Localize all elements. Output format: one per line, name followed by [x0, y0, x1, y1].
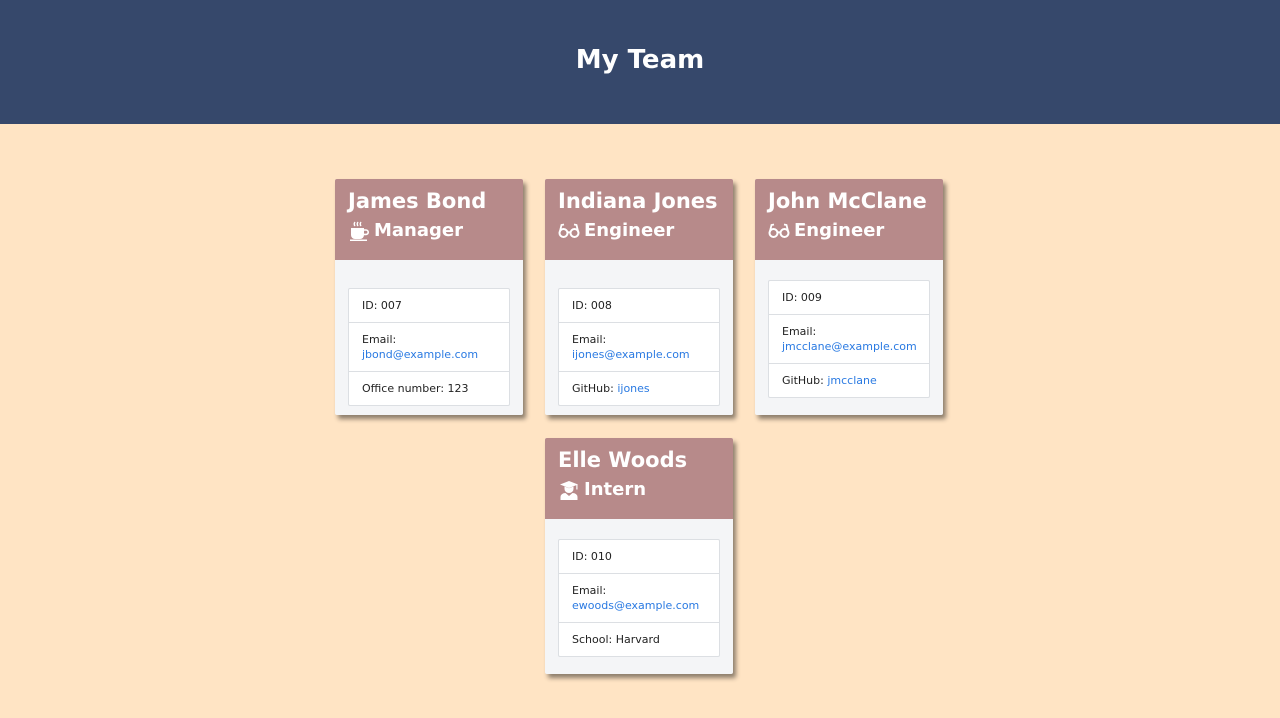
- glasses-icon: [768, 220, 790, 242]
- employee-card-elle-woods: Elle Woods Intern ID: 010 Email: ewoods@…: [545, 438, 733, 674]
- page-title: My Team: [575, 45, 705, 75]
- office-number-value: 123: [447, 382, 469, 395]
- employee-card-john-mcclane: John McClane Engineer ID: 009 Email: jmc…: [755, 179, 943, 415]
- employee-role-label: Manager: [374, 220, 463, 241]
- employee-role: Engineer: [768, 216, 943, 246]
- office-number-label: Office number:: [362, 382, 448, 395]
- employee-name: Indiana Jones: [558, 189, 718, 213]
- info-list: ID: 008 Email: ijones@example.com GitHub…: [558, 288, 720, 406]
- school-item: School: Harvard: [559, 622, 719, 656]
- employee-role: Intern: [558, 475, 733, 505]
- card-header: John McClane Engineer: [755, 179, 943, 260]
- id-item: ID: 007: [349, 289, 509, 322]
- coffee-icon: [348, 220, 370, 242]
- email-item: Email: jbond@example.com: [349, 322, 509, 371]
- page-header: My Team: [0, 0, 1280, 124]
- employee-role: Engineer: [558, 216, 733, 246]
- id-value: 009: [800, 291, 822, 304]
- card-header: Elle Woods Intern: [545, 438, 733, 519]
- employee-card-indiana-jones: Indiana Jones Engineer ID: 008 Email: ij…: [545, 179, 733, 415]
- card-header: Indiana Jones Engineer: [545, 179, 733, 260]
- github-item: GitHub: ijones: [559, 371, 719, 405]
- employee-role-label: Engineer: [794, 220, 885, 241]
- github-item: GitHub: jmcclane: [769, 363, 929, 397]
- id-label: ID:: [362, 299, 381, 312]
- employee-name: Elle Woods: [558, 448, 688, 472]
- email-link[interactable]: ewoods@example.com: [572, 599, 699, 612]
- card-body: ID: 007 Email: jbond@example.com Office …: [335, 260, 523, 406]
- id-item: ID: 009: [769, 281, 929, 314]
- email-link[interactable]: ijones@example.com: [572, 348, 690, 361]
- employee-role-label: Engineer: [584, 220, 675, 241]
- employee-role-label: Intern: [584, 479, 647, 500]
- github-label: GitHub:: [782, 374, 828, 387]
- email-label: Email:: [572, 584, 607, 597]
- employee-card-james-bond: James Bond Manager ID: 007 Email: jbond@…: [335, 179, 523, 415]
- id-item: ID: 008: [559, 289, 719, 322]
- email-label: Email:: [782, 325, 817, 338]
- email-link[interactable]: jmcclane@example.com: [782, 340, 917, 353]
- email-item: Email: ijones@example.com: [559, 322, 719, 371]
- id-value: 008: [590, 299, 612, 312]
- card-body: ID: 008 Email: ijones@example.com GitHub…: [545, 260, 733, 406]
- employee-name: James Bond: [348, 189, 487, 213]
- id-label: ID:: [782, 291, 801, 304]
- graduate-icon: [558, 479, 580, 501]
- github-label: GitHub:: [572, 382, 618, 395]
- card-header: James Bond Manager: [335, 179, 523, 260]
- info-list: ID: 009 Email: jmcclane@example.com GitH…: [768, 280, 930, 398]
- employee-role: Manager: [348, 216, 523, 246]
- office-number-item: Office number: 123: [349, 371, 509, 405]
- email-label: Email:: [362, 333, 397, 346]
- email-link[interactable]: jbond@example.com: [362, 348, 478, 361]
- email-item: Email: jmcclane@example.com: [769, 314, 929, 363]
- school-label: School:: [572, 633, 616, 646]
- card-body: ID: 009 Email: jmcclane@example.com GitH…: [755, 260, 943, 398]
- id-value: 010: [590, 550, 612, 563]
- github-link[interactable]: ijones: [617, 382, 649, 395]
- email-item: Email: ewoods@example.com: [559, 573, 719, 622]
- card-body: ID: 010 Email: ewoods@example.com School…: [545, 519, 733, 657]
- id-label: ID:: [572, 550, 591, 563]
- school-value: Harvard: [615, 633, 660, 646]
- email-label: Email:: [572, 333, 607, 346]
- info-list: ID: 010 Email: ewoods@example.com School…: [558, 539, 720, 657]
- employee-name: John McClane: [768, 189, 927, 213]
- id-item: ID: 010: [559, 540, 719, 573]
- info-list: ID: 007 Email: jbond@example.com Office …: [348, 288, 510, 406]
- glasses-icon: [558, 220, 580, 242]
- id-label: ID:: [572, 299, 591, 312]
- github-link[interactable]: jmcclane: [827, 374, 876, 387]
- id-value: 007: [380, 299, 402, 312]
